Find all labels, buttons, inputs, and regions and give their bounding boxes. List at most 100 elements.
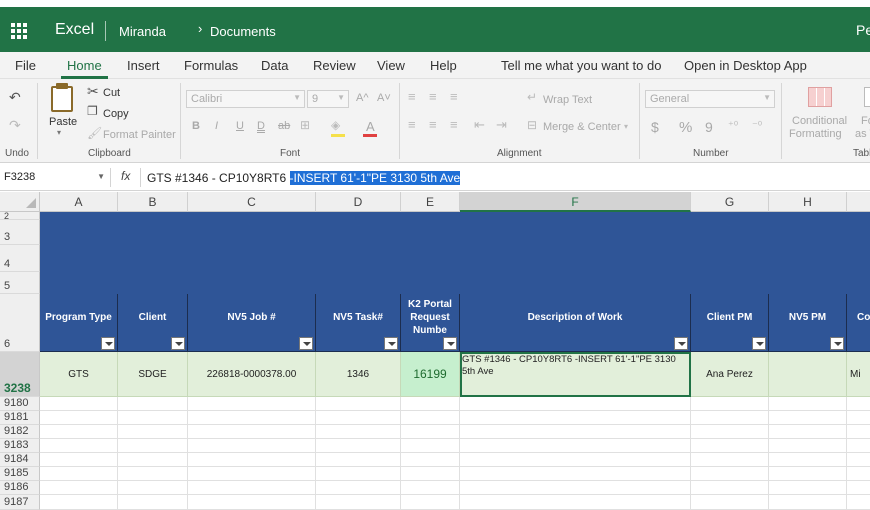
column-header-b[interactable]: B xyxy=(118,192,188,212)
row-header[interactable]: 9187 xyxy=(0,495,40,510)
row-header[interactable]: 9185 xyxy=(0,467,40,481)
row-header[interactable]: 9183 xyxy=(0,439,40,453)
grid-cell[interactable] xyxy=(401,467,460,481)
worksheet-grid[interactable]: A B C D E F G H 2 3 4 5 6 3238 9180 9181… xyxy=(0,192,870,510)
paste-icon[interactable] xyxy=(51,86,73,112)
grid-cell[interactable] xyxy=(691,453,769,467)
grid-cell[interactable] xyxy=(188,467,316,481)
grid-cell[interactable] xyxy=(118,495,188,510)
row-header[interactable]: 2 xyxy=(0,211,40,221)
grid-cell[interactable] xyxy=(847,453,870,467)
row-header[interactable]: 5 xyxy=(0,272,40,294)
column-header-h[interactable]: H xyxy=(769,192,847,212)
row-header[interactable]: 9181 xyxy=(0,411,40,425)
fill-color-icon[interactable]: ◈ xyxy=(331,118,340,132)
grid-cell[interactable] xyxy=(118,425,188,439)
format-as-table-label-2[interactable]: as T xyxy=(855,128,870,140)
cell-nv5-job[interactable]: 226818-0000378.00 xyxy=(188,352,316,397)
row-header[interactable]: 9184 xyxy=(0,453,40,467)
tab-home[interactable]: Home xyxy=(67,58,102,73)
paste-button[interactable]: Paste xyxy=(49,116,77,128)
cell-program-type[interactable]: GTS xyxy=(40,352,118,397)
strikethrough-button[interactable]: ab xyxy=(278,120,290,132)
align-top-icon[interactable]: ≡ xyxy=(408,89,416,104)
grid-cell[interactable] xyxy=(769,481,847,495)
align-left-icon[interactable]: ≡ xyxy=(408,117,416,132)
grid-cell[interactable] xyxy=(316,411,401,425)
grid-cell[interactable] xyxy=(40,481,118,495)
grid-cell[interactable] xyxy=(401,411,460,425)
grid-cell[interactable] xyxy=(401,495,460,510)
breadcrumb-owner[interactable]: Miranda xyxy=(119,24,166,39)
align-center-icon[interactable]: ≡ xyxy=(429,117,437,132)
row-header[interactable]: 9180 xyxy=(0,397,40,411)
cell-nv5-task[interactable]: 1346 xyxy=(316,352,401,397)
cell-k2-request[interactable]: 16199 xyxy=(401,352,460,397)
currency-button[interactable]: $ xyxy=(651,119,659,135)
filter-dropdown-icon[interactable] xyxy=(752,337,766,350)
grid-cell[interactable] xyxy=(188,425,316,439)
grid-cell[interactable] xyxy=(401,439,460,453)
tab-file[interactable]: File xyxy=(15,58,36,73)
grid-cell[interactable] xyxy=(847,439,870,453)
grid-cell[interactable] xyxy=(460,439,691,453)
grid-cell[interactable] xyxy=(460,397,691,411)
grid-cell[interactable] xyxy=(769,467,847,481)
redo-icon[interactable]: ↷ xyxy=(9,117,21,134)
grid-cell[interactable] xyxy=(691,481,769,495)
grid-cell[interactable] xyxy=(40,397,118,411)
tab-insert[interactable]: Insert xyxy=(127,58,160,73)
grid-cell[interactable] xyxy=(460,495,691,510)
column-header-a[interactable]: A xyxy=(40,192,118,212)
grid-cell[interactable] xyxy=(118,481,188,495)
grid-cell[interactable] xyxy=(460,425,691,439)
grid-cell[interactable] xyxy=(401,425,460,439)
grid-cell[interactable] xyxy=(40,425,118,439)
fx-icon[interactable]: fx xyxy=(121,169,130,183)
format-as-table-label-1[interactable]: Fo xyxy=(861,115,870,127)
grid-cell[interactable] xyxy=(460,467,691,481)
tab-data[interactable]: Data xyxy=(261,58,288,73)
column-header-f[interactable]: F xyxy=(460,192,691,212)
align-middle-icon[interactable]: ≡ xyxy=(429,89,437,104)
row-header[interactable]: 6 xyxy=(0,294,40,352)
cell-description-active[interactable]: GTS #1346 - CP10Y8RT6 -INSERT 61'-1"PE 3… xyxy=(460,352,691,397)
grid-cell[interactable] xyxy=(460,411,691,425)
row-header-selected[interactable]: 3238 xyxy=(0,352,40,397)
grid-cell[interactable] xyxy=(118,453,188,467)
grid-cell[interactable] xyxy=(691,495,769,510)
grid-cell[interactable] xyxy=(401,453,460,467)
increase-indent-icon[interactable]: ⇥ xyxy=(496,117,507,133)
bold-button[interactable]: B xyxy=(192,120,200,132)
cell-co[interactable]: Mi xyxy=(847,352,870,397)
tell-me-search[interactable]: Tell me what you want to do xyxy=(501,58,661,73)
font-color-button[interactable]: A xyxy=(366,119,375,134)
decrease-decimal-icon[interactable]: ⁻⁰ xyxy=(752,119,762,132)
cell-client[interactable]: SDGE xyxy=(118,352,188,397)
grid-cell[interactable] xyxy=(118,467,188,481)
copy-button[interactable]: Copy xyxy=(103,108,129,120)
conditional-formatting-label-2[interactable]: Formatting xyxy=(789,128,842,140)
tab-view[interactable]: View xyxy=(377,58,405,73)
filter-dropdown-icon[interactable] xyxy=(299,337,313,350)
shrink-font-button[interactable]: A˅ xyxy=(377,92,391,104)
breadcrumb-folder[interactable]: Documents xyxy=(210,24,276,39)
filter-dropdown-icon[interactable] xyxy=(384,337,398,350)
grid-cell[interactable] xyxy=(188,397,316,411)
grid-cell[interactable] xyxy=(188,439,316,453)
grid-cell[interactable] xyxy=(847,411,870,425)
cell-nv5-pm[interactable] xyxy=(769,352,847,397)
filter-dropdown-icon[interactable] xyxy=(830,337,844,350)
comma-style-button[interactable]: 9 xyxy=(705,119,713,135)
grid-cell[interactable] xyxy=(847,481,870,495)
grid-cell[interactable] xyxy=(188,495,316,510)
grid-cell[interactable] xyxy=(769,425,847,439)
formula-input[interactable]: GTS #1346 - CP10Y8RT6 -INSERT 61'-1"PE 3… xyxy=(147,171,461,185)
chevron-down-icon[interactable]: ▾ xyxy=(624,122,628,131)
cut-button[interactable]: Cut xyxy=(103,87,120,99)
underline-button[interactable]: U xyxy=(236,120,244,132)
grid-cell[interactable] xyxy=(847,467,870,481)
grid-cell[interactable] xyxy=(316,453,401,467)
decrease-indent-icon[interactable]: ⇤ xyxy=(474,117,485,133)
font-name-select[interactable]: Calibri ▼ xyxy=(186,90,305,108)
